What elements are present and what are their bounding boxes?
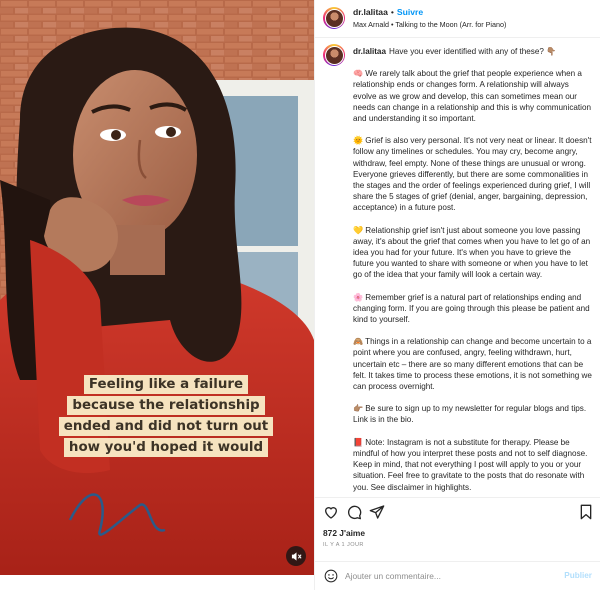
paragraph-text: Note: Instagram is not a substitute for … [353, 437, 588, 492]
speaker-muted-icon [291, 551, 302, 561]
caption-paragraph: 🙈 Things in a relationship can change an… [353, 336, 593, 392]
likes-count[interactable]: 872 J'aime [323, 528, 365, 538]
paragraph-text: Relationship grief isn't just about some… [353, 225, 591, 280]
audio-track-link[interactable]: Max Arnald • Talking to the Moon (Arr. f… [353, 20, 506, 29]
caption-intro-text: Have you ever identified with any of the… [388, 47, 557, 56]
publish-button[interactable]: Publier [564, 571, 592, 580]
book-emoji-icon: 📕 [353, 437, 364, 447]
post-timestamp[interactable]: IL Y A 1 JOUR [323, 542, 364, 548]
post-header: dr.lalitaa • Suivre Max Arnald • Talking t… [315, 0, 600, 38]
paragraph-text: Remember grief is a natural part of rela… [353, 292, 590, 325]
caption-paragraph: 👉🏽 Be sure to sign up to my newsletter f… [353, 403, 593, 425]
avatar[interactable] [323, 7, 345, 29]
header-title-row: dr.lalitaa • Suivre [353, 7, 423, 17]
caption-scroll-area[interactable]: dr.lalitaa Have you ever identified with … [315, 39, 600, 497]
caption-paragraph: 🌞 Grief is also very personal. It's not … [353, 135, 593, 213]
overlay-line: how you'd hoped it would [63, 438, 269, 457]
video-text-overlay: Feeling like a failure because the relat… [58, 375, 274, 457]
overlay-line: because the relationship [67, 396, 265, 415]
blossom-emoji-icon: 🌸 [353, 292, 364, 302]
monkey-emoji-icon: 🙈 [353, 337, 364, 347]
post-side-panel: dr.lalitaa • Suivre Max Arnald • Talking t… [314, 0, 600, 590]
post-photo [0, 0, 314, 575]
overlay-line: ended and did not turn out [58, 417, 274, 436]
overlay-line: Feeling like a failure [83, 375, 249, 394]
follow-button[interactable]: Suivre [397, 7, 423, 17]
pointing-hand-emoji-icon: 👉🏽 [353, 404, 364, 414]
paragraph-text: We rarely talk about the grief that peop… [353, 69, 592, 124]
brain-emoji-icon: 🧠 [353, 69, 364, 79]
action-bar [315, 497, 600, 525]
heart-icon[interactable] [323, 504, 339, 520]
comment-input[interactable] [345, 569, 545, 583]
post-viewer: Feeling like a failure because the relat… [0, 0, 600, 590]
avatar[interactable] [323, 44, 345, 66]
paper-plane-icon[interactable] [369, 504, 385, 520]
caption-username[interactable]: dr.lalitaa [353, 47, 386, 56]
post-media[interactable]: Feeling like a failure because the relat… [0, 0, 314, 575]
caption-paragraph: 🧠 We rarely talk about the grief that pe… [353, 68, 593, 124]
comment-bubble-icon[interactable] [346, 504, 362, 520]
paragraph-text: Grief is also very personal. It's not ve… [353, 136, 592, 213]
caption-text: dr.lalitaa Have you ever identified with … [353, 46, 593, 497]
caption-paragraph: 📕 Note: Instagram is not a substitute fo… [353, 437, 593, 493]
comment-bar: Publier [315, 561, 600, 590]
bookmark-icon[interactable] [578, 504, 594, 520]
caption-paragraph: 💛 Relationship grief isn't just about so… [353, 225, 593, 281]
caption-intro: dr.lalitaa Have you ever identified with … [353, 46, 593, 57]
paragraph-text: Things in a relationship can change and … [353, 337, 592, 392]
paragraph-text: Be sure to sign up to my newsletter for … [353, 404, 587, 425]
sun-emoji-icon: 🌞 [353, 136, 364, 146]
caption-paragraph: 🌸 Remember grief is a natural part of re… [353, 292, 593, 326]
separator-dot: • [390, 7, 394, 17]
smiley-icon[interactable] [324, 569, 338, 583]
yellow-heart-emoji-icon: 💛 [353, 225, 364, 235]
username-link[interactable]: dr.lalitaa [353, 7, 388, 17]
mute-button[interactable] [286, 546, 306, 566]
